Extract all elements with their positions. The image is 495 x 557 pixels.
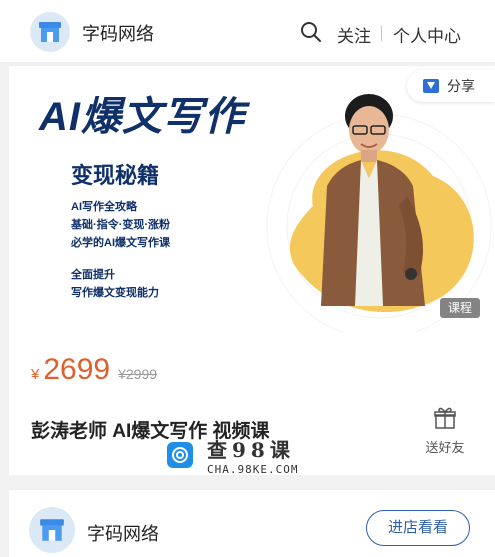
share-icon [423, 79, 439, 93]
banner-benefits: 全面提升 写作爆文变现能力 [71, 266, 159, 302]
follow-button[interactable]: 关注 [337, 22, 371, 47]
gift-label: 送好友 [425, 440, 465, 455]
gift-to-friend-button[interactable]: 送好友 [423, 406, 467, 456]
search-icon[interactable] [300, 21, 322, 43]
teacher-portrait [321, 94, 425, 306]
share-label: 分享 [447, 78, 475, 94]
banner-line: 全面提升 [71, 269, 115, 281]
store-icon [40, 519, 64, 541]
banner-subtitle: 变现秘籍 [71, 163, 160, 188]
shop-title[interactable]: 字码网络 [82, 20, 154, 46]
watermark: 查98课 CHA.98KE.COM [167, 434, 298, 476]
gift-icon [434, 407, 456, 429]
personal-center-link[interactable]: 个人中心 [393, 22, 461, 47]
banner-line: 写作爆文变现能力 [71, 287, 159, 299]
banner-features: AI写作全攻略 基础·指令·变现·涨粉 必学的AI爆文写作课 [71, 198, 170, 252]
current-price: 2699 [43, 353, 111, 386]
banner-title: AI爆文写作 [39, 95, 245, 139]
shop-card: 字码网络 进店看看 [9, 490, 495, 557]
banner-line: 基础·指令·变现·涨粉 [71, 219, 170, 231]
watermark-main: 查98课 [207, 438, 295, 462]
share-button[interactable]: 分享 [407, 70, 495, 102]
enter-shop-button[interactable]: 进店看看 [366, 510, 470, 546]
price-row: ¥ 2699 ¥2999 [31, 353, 157, 387]
banner-line: 必学的AI爆文写作课 [71, 237, 170, 249]
header-bar: 字码网络 关注 个人中心 [0, 0, 495, 62]
course-banner[interactable]: AI爆文写作 变现秘籍 AI写作全攻略 基础·指令·变现·涨粉 必学的AI爆文写… [9, 66, 495, 332]
watermark-logo-icon [167, 442, 193, 468]
shop-card-name[interactable]: 字码网络 [87, 520, 159, 546]
currency-symbol: ¥ [31, 366, 40, 383]
page: 字码网络 关注 个人中心 AI爆文写作 变现秘籍 AI写作全攻略 基础·指令·变… [0, 0, 495, 557]
banner-line: AI写作全攻略 [71, 201, 137, 213]
product-card: AI爆文写作 变现秘籍 AI写作全攻略 基础·指令·变现·涨粉 必学的AI爆文写… [9, 66, 495, 476]
header-divider [381, 25, 382, 41]
original-price: ¥2999 [118, 366, 158, 382]
shop-card-logo[interactable] [29, 507, 75, 553]
shop-logo[interactable] [30, 12, 70, 52]
watermark-sub: CHA.98KE.COM [207, 463, 299, 476]
course-type-badge: 课程 [440, 298, 480, 318]
watermark-text: 查98课 CHA.98KE.COM [207, 434, 298, 476]
store-icon [39, 22, 61, 42]
